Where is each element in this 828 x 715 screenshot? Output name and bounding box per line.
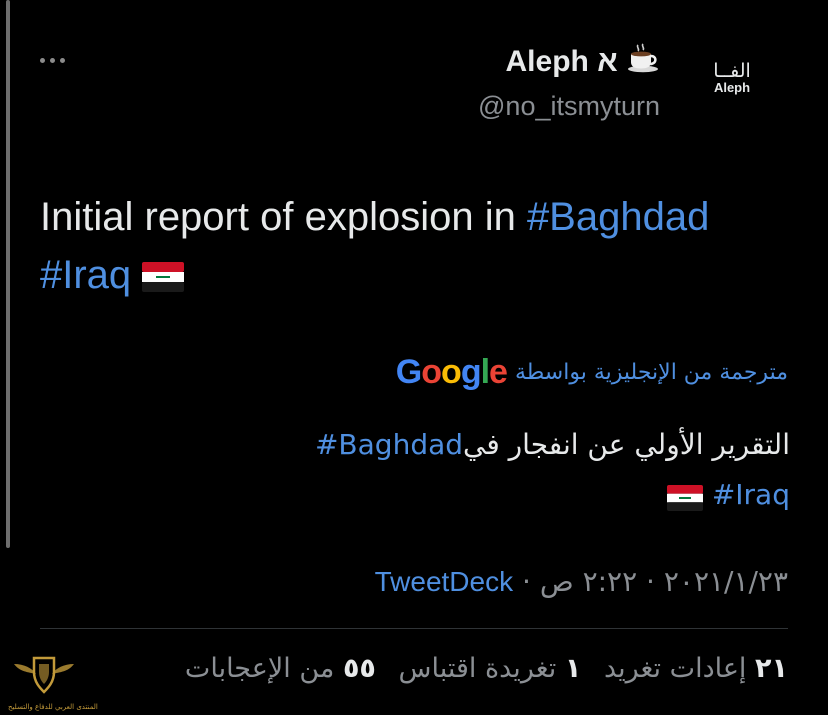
translated-hashtag-iraq[interactable]: #Iraq (712, 478, 790, 511)
likes-stat[interactable]: ٥٥ من الإعجابات (185, 653, 376, 684)
author-display-name[interactable]: Aleph א (478, 40, 660, 88)
avatar-arabic-text: الفــا (713, 60, 751, 82)
retweets-label: إعادات تغريد (603, 653, 747, 684)
divider (40, 628, 788, 629)
quotes-stat[interactable]: ١ تغريدة اقتباس (390, 653, 582, 684)
translated-hashtag-baghdad[interactable]: #Baghdad (315, 428, 463, 461)
shield-wings-icon (14, 656, 74, 694)
tweet-date[interactable]: ٢٠٢١/١/٢٣ (664, 565, 788, 598)
tweet-text: Initial report of explosion in #Baghdad … (40, 188, 800, 308)
google-logo: Google (395, 353, 508, 391)
tweet-source[interactable]: TweetDeck (375, 566, 514, 597)
tweet-stats: ٢١ إعادات تغريد ١ تغريدة اقتباس ٥٥ من ال… (171, 648, 788, 690)
coffee-icon (626, 41, 660, 88)
meta-separator: · (646, 565, 655, 598)
retweets-count: ٢١ (755, 653, 788, 684)
hashtag-iraq[interactable]: #Iraq (40, 253, 131, 297)
retweets-stat[interactable]: ٢١ إعادات تغريد (595, 653, 788, 684)
translated-by-label: مترجمة من الإنجليزية بواسطة (514, 359, 788, 385)
avatar[interactable]: الفــا Aleph (697, 62, 767, 102)
translation-attribution: مترجمة من الإنجليزية بواسطة Google (396, 352, 788, 392)
iraq-flag-icon (142, 250, 185, 308)
quotes-count: ١ (564, 653, 582, 684)
likes-label: من الإعجابات (184, 653, 335, 684)
tweet-time[interactable]: ٢:٢٢ ص (540, 565, 637, 598)
tweet-text-prefix: Initial report of explosion in (40, 195, 527, 239)
thread-line (6, 0, 10, 548)
iraq-flag-icon (666, 474, 703, 524)
translated-text: التقرير الأولي عن انفجار في#Baghdad #Ira… (270, 420, 790, 524)
tweet-screenshot: Aleph א @no_itsmyturn الفــا Aleph Initi… (0, 0, 828, 715)
avatar-latin-text: Aleph (713, 80, 751, 95)
watermark-text: المنتدى العربي للدفاع والتسليح (8, 703, 98, 711)
likes-count: ٥٥ (342, 653, 376, 684)
translated-text-body: التقرير الأولي عن انفجار في (463, 428, 790, 461)
meta-separator: · (522, 565, 531, 598)
tweet-author[interactable]: Aleph א @no_itsmyturn (478, 40, 660, 124)
quotes-label: تغريدة اقتباس (398, 653, 557, 684)
hashtag-baghdad[interactable]: #Baghdad (527, 195, 709, 239)
author-handle[interactable]: @no_itsmyturn (478, 88, 660, 124)
author-name-text: Aleph א (505, 45, 618, 78)
more-options-icon[interactable] (40, 58, 65, 63)
tweet-meta: ٢٠٢١/١/٢٣ · ٢:٢٢ ص · TweetDeck (375, 562, 788, 602)
watermark-logo: المنتدى العربي للدفاع والتسليح (8, 650, 98, 712)
